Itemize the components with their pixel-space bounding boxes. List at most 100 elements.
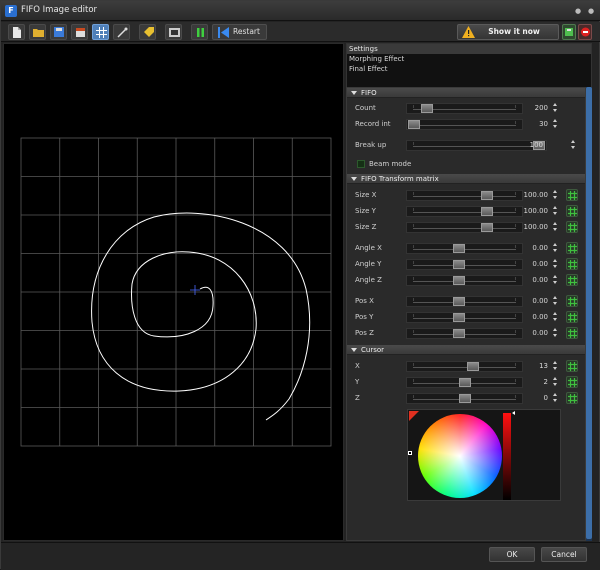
- pos-x-spinner[interactable]: [552, 295, 559, 307]
- size-y-spinner[interactable]: [552, 205, 559, 217]
- pos-z-spinner[interactable]: [552, 327, 559, 339]
- collapse-triangle-icon[interactable]: [351, 177, 357, 181]
- param-value[interactable]: 30: [523, 119, 549, 130]
- spin-up-icon[interactable]: [553, 361, 557, 364]
- param-value[interactable]: 0.00: [523, 259, 549, 270]
- angle-z-spinner[interactable]: [552, 274, 559, 286]
- color-wheel[interactable]: [418, 414, 502, 498]
- z-lock-button[interactable]: [566, 392, 578, 404]
- pos-y-lock-button[interactable]: [566, 311, 578, 323]
- param-value[interactable]: 0.00: [523, 275, 549, 286]
- z-spinner[interactable]: [552, 392, 559, 404]
- slider-knob[interactable]: [481, 223, 493, 232]
- spin-up-icon[interactable]: [553, 222, 557, 225]
- param-value[interactable]: 0.00: [523, 312, 549, 323]
- size-x-slider[interactable]: [406, 190, 523, 201]
- spin-up-icon[interactable]: [553, 190, 557, 193]
- size-y-slider[interactable]: [406, 206, 523, 217]
- param-value[interactable]: 2: [523, 377, 549, 388]
- param-value[interactable]: 200: [523, 103, 549, 114]
- brightness-bar[interactable]: [503, 413, 511, 500]
- collapse-triangle-icon[interactable]: [351, 91, 357, 95]
- slider-knob[interactable]: [481, 191, 493, 200]
- slider-knob[interactable]: [459, 378, 471, 387]
- param-value[interactable]: 0.00: [523, 328, 549, 339]
- pos-y-spinner[interactable]: [552, 311, 559, 323]
- slider-knob[interactable]: [481, 207, 493, 216]
- slider-knob[interactable]: [453, 244, 465, 253]
- section-transform-matrix[interactable]: FIFO Transform matrix: [347, 174, 585, 184]
- spin-up-icon[interactable]: [553, 377, 557, 380]
- slider-knob[interactable]: [467, 362, 479, 371]
- slider-knob[interactable]: [421, 104, 433, 113]
- slider-knob[interactable]: [453, 313, 465, 322]
- spin-down-icon[interactable]: [553, 249, 557, 252]
- slider-knob[interactable]: [453, 260, 465, 269]
- pos-z-lock-button[interactable]: [566, 327, 578, 339]
- spin-up-icon[interactable]: [553, 206, 557, 209]
- pos-y-slider[interactable]: [406, 312, 523, 323]
- size-z-spinner[interactable]: [552, 221, 559, 233]
- count-spinner[interactable]: [552, 102, 559, 114]
- spin-down-icon[interactable]: [553, 318, 557, 321]
- size-z-slider[interactable]: [406, 222, 523, 233]
- spin-up-icon[interactable]: [553, 259, 557, 262]
- slider-knob[interactable]: [453, 329, 465, 338]
- x-spinner[interactable]: [552, 360, 559, 372]
- brightness-marker-icon[interactable]: [512, 411, 515, 415]
- spin-up-icon[interactable]: [553, 328, 557, 331]
- angle-y-spinner[interactable]: [552, 258, 559, 270]
- pos-x-slider[interactable]: [406, 296, 523, 307]
- spin-down-icon[interactable]: [553, 265, 557, 268]
- size-y-lock-button[interactable]: [566, 205, 578, 217]
- open-button[interactable]: [29, 24, 46, 40]
- spin-down-icon[interactable]: [553, 383, 557, 386]
- spin-up-icon[interactable]: [553, 119, 557, 122]
- pause-button[interactable]: [191, 24, 208, 40]
- pin-icon[interactable]: ●: [573, 6, 583, 16]
- cancel-button[interactable]: Cancel: [541, 547, 587, 562]
- settings-item-final-effect[interactable]: Final Effect: [347, 64, 591, 74]
- checkbox-icon[interactable]: [357, 160, 365, 168]
- color-picker[interactable]: [407, 409, 561, 501]
- param-value[interactable]: 13: [523, 361, 549, 372]
- stop-button[interactable]: [578, 24, 592, 40]
- param-value[interactable]: 0.00: [523, 296, 549, 307]
- angle-z-slider[interactable]: [406, 275, 523, 286]
- section-fifo[interactable]: FIFO: [347, 88, 585, 98]
- size-x-lock-button[interactable]: [566, 189, 578, 201]
- spin-down-icon[interactable]: [553, 109, 557, 112]
- pos-z-slider[interactable]: [406, 328, 523, 339]
- y-spinner[interactable]: [552, 376, 559, 388]
- angle-x-slider[interactable]: [406, 243, 523, 254]
- size-z-lock-button[interactable]: [566, 221, 578, 233]
- param-value[interactable]: 0: [523, 393, 549, 404]
- z-slider[interactable]: [406, 393, 523, 404]
- spin-down-icon[interactable]: [553, 302, 557, 305]
- param-value[interactable]: 100.00: [523, 222, 549, 233]
- tag-button[interactable]: [139, 24, 156, 40]
- spin-down-icon[interactable]: [553, 212, 557, 215]
- settings-list[interactable]: Settings Morphing Effect Final Effect: [346, 43, 592, 88]
- break-up-spinner[interactable]: [570, 139, 577, 151]
- section-cursor[interactable]: Cursor: [347, 345, 585, 355]
- close-icon[interactable]: ●: [586, 6, 596, 16]
- spin-down-icon[interactable]: [553, 399, 557, 402]
- grid-toggle-button[interactable]: [92, 24, 109, 40]
- show-it-now-button[interactable]: Show it now: [457, 24, 559, 40]
- spin-down-icon[interactable]: [553, 334, 557, 337]
- slider-knob[interactable]: [453, 297, 465, 306]
- pen-tool-button[interactable]: [113, 24, 130, 40]
- spin-down-icon[interactable]: [571, 146, 575, 149]
- export-button[interactable]: [71, 24, 88, 40]
- spin-up-icon[interactable]: [553, 296, 557, 299]
- save-green-button[interactable]: [562, 24, 576, 40]
- angle-x-lock-button[interactable]: [566, 242, 578, 254]
- angle-x-spinner[interactable]: [552, 242, 559, 254]
- pos-x-lock-button[interactable]: [566, 295, 578, 307]
- record-int-spinner[interactable]: [552, 118, 559, 130]
- spin-up-icon[interactable]: [571, 140, 575, 143]
- slider-knob[interactable]: [408, 120, 420, 129]
- angle-y-lock-button[interactable]: [566, 258, 578, 270]
- new-file-button[interactable]: [8, 24, 25, 40]
